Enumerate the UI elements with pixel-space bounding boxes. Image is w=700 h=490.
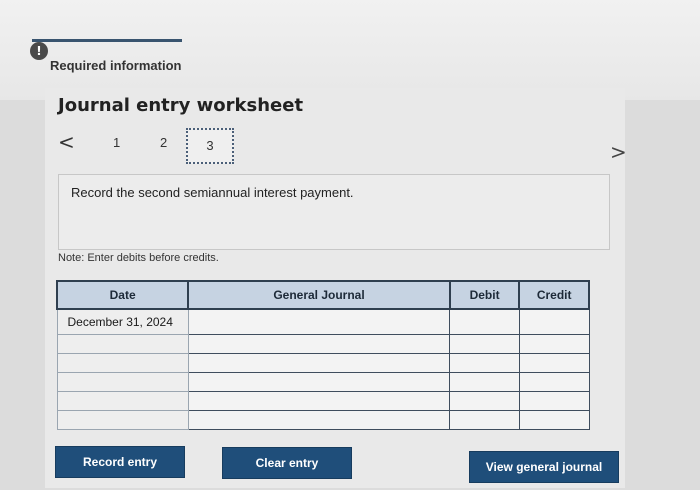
debit-cell[interactable] xyxy=(449,353,520,373)
date-cell[interactable] xyxy=(56,372,189,392)
account-cell[interactable] xyxy=(187,410,451,430)
instruction-text: Record the second semiannual interest pa… xyxy=(71,185,354,200)
step-2-tab[interactable]: 2 xyxy=(160,135,167,150)
account-cell[interactable] xyxy=(187,353,451,373)
clear-entry-button[interactable]: Clear entry xyxy=(222,447,352,479)
debit-cell[interactable] xyxy=(449,308,520,335)
prev-arrow-icon[interactable]: < xyxy=(58,130,75,154)
table-row xyxy=(56,372,590,392)
account-cell[interactable] xyxy=(187,391,451,411)
account-cell[interactable] xyxy=(187,372,451,392)
required-info-label: Required information xyxy=(50,58,182,73)
account-cell[interactable] xyxy=(187,334,451,354)
date-cell[interactable] xyxy=(56,353,189,373)
table-row xyxy=(56,334,590,354)
header-general-journal: General Journal xyxy=(187,280,451,310)
date-cell[interactable] xyxy=(56,410,189,430)
alert-icon: ! xyxy=(30,42,48,60)
table-row: December 31, 2024 xyxy=(56,308,590,335)
debit-cell[interactable] xyxy=(449,334,520,354)
journal-table: Date General Journal Debit Credit Decemb… xyxy=(55,280,590,430)
header-rule xyxy=(32,39,182,42)
debit-cell[interactable] xyxy=(449,391,520,411)
table-row xyxy=(56,410,590,430)
required-info-panel xyxy=(0,0,700,100)
header-date: Date xyxy=(55,280,190,310)
credit-cell[interactable] xyxy=(518,334,590,354)
account-cell[interactable] xyxy=(187,308,451,335)
record-entry-button[interactable]: Record entry xyxy=(55,446,185,478)
table-row xyxy=(56,391,590,411)
table-row xyxy=(56,353,590,373)
date-cell[interactable] xyxy=(56,391,189,411)
credit-cell[interactable] xyxy=(518,410,590,430)
date-cell[interactable] xyxy=(56,334,189,354)
debit-cell[interactable] xyxy=(449,372,520,392)
date-cell[interactable]: December 31, 2024 xyxy=(56,308,189,335)
step-3-tab[interactable]: 3 xyxy=(186,128,234,164)
credit-cell[interactable] xyxy=(518,372,590,392)
table-header-row: Date General Journal Debit Credit xyxy=(55,280,590,310)
header-debit: Debit xyxy=(448,280,521,310)
step-1-tab[interactable]: 1 xyxy=(113,135,120,150)
credit-cell[interactable] xyxy=(518,353,590,373)
credit-cell[interactable] xyxy=(518,308,590,335)
header-credit: Credit xyxy=(518,280,590,310)
credit-cell[interactable] xyxy=(518,391,590,411)
note-text: Note: Enter debits before credits. xyxy=(58,252,219,264)
worksheet-title: Journal entry worksheet xyxy=(58,95,304,116)
debit-cell[interactable] xyxy=(449,410,520,430)
instruction-box: Record the second semiannual interest pa… xyxy=(58,174,610,250)
next-arrow-icon[interactable]: > xyxy=(610,140,627,164)
view-general-journal-button[interactable]: View general journal xyxy=(469,451,619,483)
